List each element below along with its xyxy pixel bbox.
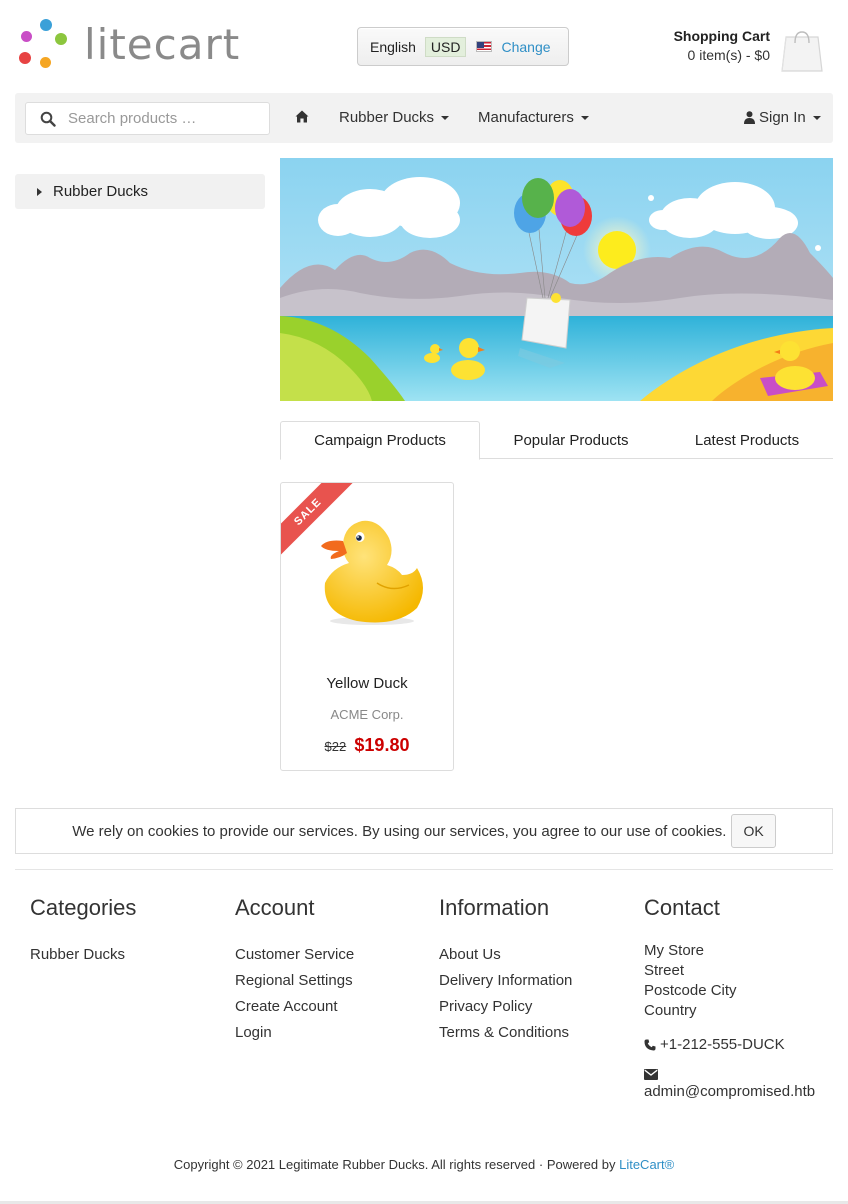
tab-popular-products[interactable]: Popular Products	[480, 421, 662, 459]
footer-information-title: Information	[439, 895, 550, 920]
tab-label: Latest Products	[694, 431, 800, 449]
search-box[interactable]	[25, 102, 270, 135]
search-input[interactable]	[68, 110, 258, 127]
footer-link-regional-settings[interactable]: Regional Settings	[235, 971, 354, 990]
search-icon	[40, 111, 56, 127]
product-card[interactable]: SALE Yellow Duck ACME Corp. $22 $19.80	[280, 482, 454, 771]
phone-number: +1-212-555-DUCK	[660, 1036, 785, 1053]
footer-link-delivery-information[interactable]: Delivery Information	[439, 971, 572, 990]
user-icon	[744, 111, 755, 124]
footer-information: Information About Us Delivery Informatio…	[439, 895, 572, 1049]
tab-latest-products[interactable]: Latest Products	[662, 421, 832, 459]
caret-right-icon	[37, 187, 42, 196]
currency-label: USD	[424, 36, 467, 57]
product-manufacturer: ACME Corp.	[330, 707, 404, 722]
sidebar-item-label: Rubber Ducks	[53, 183, 149, 200]
footer-account-title: Account	[235, 895, 315, 920]
main-navbar: Rubber Ducks Manufacturers Sign In	[15, 93, 833, 143]
tab-label: Popular Products	[513, 431, 629, 449]
language-label: English	[370, 38, 416, 55]
product-tabs: Campaign Products Popular Products Lates…	[280, 421, 833, 460]
cart-title: Shopping Cart	[673, 28, 770, 44]
address-line: Country	[644, 1002, 697, 1019]
sign-in-menu[interactable]: Sign In	[744, 109, 821, 126]
litecart-link[interactable]: LiteCart®	[619, 1157, 674, 1172]
footer-link-create-account[interactable]: Create Account	[235, 997, 354, 1016]
sign-in-label: Sign In	[759, 109, 806, 126]
footer-categories-title: Categories	[30, 895, 137, 920]
cookie-notice: We rely on cookies to provide our servic…	[15, 808, 833, 854]
address-line: My Store	[644, 942, 705, 959]
footer-contact: Contact My Store Street Postcode City Co…	[644, 895, 815, 1102]
footer-divider	[15, 869, 833, 870]
regular-price: $22	[324, 739, 347, 754]
address-line: Street	[644, 962, 685, 979]
contact-phone[interactable]: +1-212-555-DUCK	[644, 1036, 815, 1053]
contact-email[interactable]: admin@compromised.htb	[644, 1069, 815, 1102]
logo-mark	[18, 18, 70, 70]
nav-rubber-ducks[interactable]: Rubber Ducks	[339, 109, 450, 126]
footer-categories: Categories Rubber Ducks	[30, 895, 136, 971]
footer-link-login[interactable]: Login	[235, 1023, 354, 1042]
product-image[interactable]	[317, 513, 427, 628]
hero-banner[interactable]	[280, 158, 833, 401]
change-region-link[interactable]: Change	[501, 39, 550, 55]
nav-rubber-ducks-label: Rubber Ducks	[339, 109, 435, 126]
footer-contact-title: Contact	[644, 895, 720, 920]
footer-link-rubber-ducks[interactable]: Rubber Ducks	[30, 945, 136, 964]
site-logo[interactable]: litecart	[18, 18, 240, 70]
email-address: admin@compromised.htb	[644, 1083, 816, 1100]
product-price: $22 $19.80	[281, 735, 453, 756]
campaign-price: $19.80	[354, 735, 410, 755]
phone-icon	[644, 1039, 656, 1050]
nav-manufacturers[interactable]: Manufacturers	[478, 109, 589, 126]
caret-down-icon	[580, 115, 589, 120]
footer-link-customer-service[interactable]: Customer Service	[235, 945, 354, 964]
footer-link-privacy-policy[interactable]: Privacy Policy	[439, 997, 572, 1016]
copyright: Copyright © 2021 Legitimate Rubber Ducks…	[0, 1157, 848, 1172]
envelope-icon	[644, 1069, 658, 1080]
cart-status: 0 item(s) - $0	[687, 47, 770, 63]
cookie-notice-text: We rely on cookies to provide our servic…	[72, 822, 727, 840]
address-line: Postcode City	[644, 982, 737, 999]
tab-campaign-products[interactable]: Campaign Products	[280, 421, 480, 460]
regional-settings[interactable]: English USD Change	[357, 27, 569, 66]
store-address: My Store Street Postcode City Country	[644, 941, 815, 1021]
footer-link-terms-conditions[interactable]: Terms & Conditions	[439, 1023, 572, 1042]
shopping-bag-icon[interactable]	[781, 29, 823, 72]
home-icon[interactable]	[295, 110, 309, 123]
footer-account: Account Customer Service Regional Settin…	[235, 895, 354, 1049]
us-flag-icon	[476, 41, 493, 52]
tab-label: Campaign Products	[314, 432, 446, 449]
caret-down-icon	[812, 115, 821, 120]
sidebar-item-rubber-ducks[interactable]: Rubber Ducks	[15, 174, 265, 209]
product-name[interactable]: Yellow Duck	[281, 675, 453, 692]
nav-manufacturers-label: Manufacturers	[478, 109, 574, 126]
footer-link-about-us[interactable]: About Us	[439, 945, 572, 964]
shopping-cart[interactable]: Shopping Cart 0 item(s) - $0	[674, 28, 770, 63]
copyright-text: Copyright © 2021 Legitimate Rubber Ducks…	[173, 1157, 620, 1172]
caret-down-icon	[441, 115, 450, 120]
logo-text: litecart	[84, 19, 241, 69]
cookie-ok-button[interactable]: OK	[731, 814, 776, 848]
